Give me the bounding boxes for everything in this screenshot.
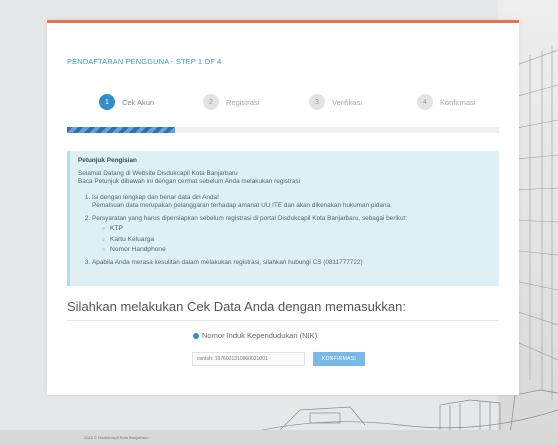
nik-radio-label: Nomor Induk Kependudukan (NIK) xyxy=(202,331,318,340)
requirement-item: Kartu Keluarga xyxy=(102,236,491,245)
nik-radio-option[interactable]: Nomor Induk Kependudukan (NIK) xyxy=(193,331,317,340)
step-number: 3 xyxy=(309,94,325,110)
progress-bar xyxy=(67,127,499,133)
instruction-item: Apabila Anda merasa kesulitan dalam mela… xyxy=(92,259,491,268)
registration-card: PENDAFTARAN PENGGUNA - STEP 1 OF 4 1 Cek… xyxy=(47,20,519,395)
instructions-intro: Baca Petunjuk dibawah ini dengan cermat … xyxy=(78,178,301,185)
step-label: Registrasi xyxy=(226,97,260,107)
progress-fill xyxy=(67,127,175,133)
instructions-list: Isi dengan lengkap dan benar data diri A… xyxy=(78,194,491,268)
step-number: 2 xyxy=(203,94,219,110)
step-4: 4 Konfirmasi xyxy=(417,92,475,112)
footer-copyright: 2015 © Disdukcapil Kota Banjarbaru xyxy=(84,435,149,440)
step-1: 1 Cek Akun xyxy=(99,92,154,112)
instructions-title: Petunjuk Pengisian xyxy=(78,157,137,164)
instruction-item: Isi dengan lengkap dan benar data diri A… xyxy=(92,194,491,211)
nik-input[interactable] xyxy=(192,352,305,366)
instructions-panel: Petunjuk Pengisian Selamat Datang di Web… xyxy=(67,151,499,286)
radio-selected-icon[interactable] xyxy=(193,332,199,339)
step-label: Cek Akun xyxy=(122,97,155,107)
confirm-button[interactable]: KONFIRMASI xyxy=(313,352,365,366)
step-number: 1 xyxy=(99,94,115,110)
requirement-item: KTP xyxy=(102,225,491,234)
check-data-heading: Silahkan melakukan Cek Data Anda dengan … xyxy=(67,299,499,321)
step-3: 3 Verifikasi xyxy=(309,92,362,112)
step-indicator: 1 Cek Akun 2 Registrasi 3 Verifikasi 4 K… xyxy=(47,92,519,112)
accent-top-bar xyxy=(47,20,519,23)
requirements-list: KTP Kartu Keluarga Nomor Handphone xyxy=(92,225,491,255)
footer: 2015 © Disdukcapil Kota Banjarbaru xyxy=(0,430,558,445)
requirement-item: Nomor Handphone xyxy=(102,246,491,255)
page-title: PENDAFTARAN PENGGUNA - STEP 1 OF 4 xyxy=(67,57,222,66)
welcome-text: Selamat Datang di Website Disdukcapil Ko… xyxy=(78,169,238,177)
step-label: Konfirmasi xyxy=(440,97,476,107)
step-2: 2 Registrasi xyxy=(203,92,259,112)
step-number: 4 xyxy=(417,94,433,110)
step-label: Verifikasi xyxy=(332,97,363,107)
instruction-item: Persyaratan yang harus dipersiapkan sebe… xyxy=(92,215,491,255)
